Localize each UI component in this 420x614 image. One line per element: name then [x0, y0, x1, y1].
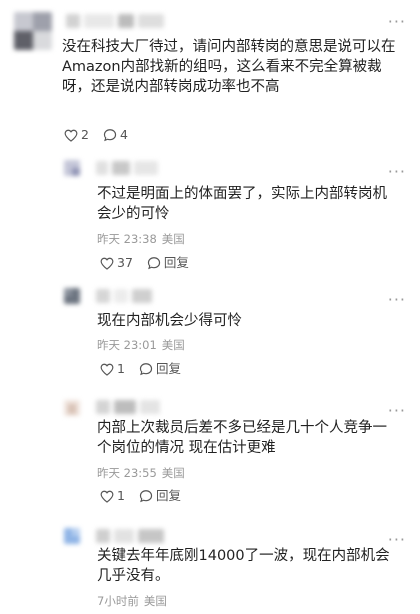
timestamp: 昨天 23:55 — [97, 466, 157, 480]
reply-button[interactable]: 回复 — [147, 256, 189, 270]
timestamp: 昨天 23:01 — [97, 338, 157, 352]
ip-location: 美国 — [161, 232, 185, 246]
reply-label: 回复 — [155, 488, 181, 503]
comment-text: 现在内部机会少得可怜 — [97, 313, 242, 329]
username[interactable] — [96, 161, 158, 175]
reply-label: 回复 — [163, 255, 189, 270]
comment-actions: 2 4 — [64, 128, 142, 142]
more-options-icon[interactable]: ··· — [388, 164, 406, 180]
more-options-icon[interactable]: ··· — [388, 403, 406, 419]
username[interactable] — [96, 400, 160, 414]
heart-icon — [100, 490, 114, 503]
reply-button[interactable]: 回复 — [139, 489, 181, 503]
username[interactable] — [96, 289, 152, 303]
like-count: 1 — [117, 488, 125, 503]
avatar[interactable] — [64, 288, 80, 304]
avatar[interactable] — [64, 528, 80, 544]
comment-meta: 昨天 23:38 美国 — [97, 232, 185, 246]
username[interactable] — [66, 14, 164, 28]
avatar[interactable] — [64, 400, 80, 416]
like-button[interactable]: 1 — [100, 362, 125, 376]
ip-location: 美国 — [161, 338, 185, 352]
reply-label: 回复 — [155, 361, 181, 376]
avatar[interactable] — [14, 12, 52, 50]
username[interactable] — [96, 529, 164, 543]
comment-meta: 昨天 23:01 美国 — [97, 338, 185, 352]
comment-actions: 37 回复 — [100, 256, 203, 270]
reply-count: 4 — [119, 127, 128, 142]
comment-text: 内部上次裁员后差不多已经是几十个人竞争一个岗位的情况 现在估计更难 — [97, 420, 387, 456]
reply-button[interactable]: 回复 — [139, 362, 181, 376]
heart-icon — [100, 363, 114, 376]
comment-actions: 1 回复 — [100, 362, 195, 376]
comment-bubble-icon — [139, 490, 153, 503]
reply-button[interactable]: 4 — [103, 128, 128, 142]
ip-location: 美国 — [161, 466, 185, 480]
like-count: 37 — [117, 255, 133, 270]
like-button[interactable]: 37 — [100, 256, 133, 270]
comment-bubble-icon — [147, 257, 161, 270]
like-button[interactable]: 2 — [64, 128, 89, 142]
comment-text: 没在科技大厂待过，请问内部转岗的意思是说可以在Amazon内部找新的组吗，这么看… — [62, 39, 396, 95]
timestamp: 7小时前 — [97, 594, 139, 608]
heart-icon — [100, 257, 114, 270]
heart-icon — [64, 129, 78, 142]
ip-location: 美国 — [143, 594, 167, 608]
comment-text: 不过是明面上的体面罢了，实际上内部转岗机会少的可怜 — [97, 186, 387, 222]
avatar[interactable] — [64, 160, 80, 176]
like-count: 1 — [117, 361, 125, 376]
like-button[interactable]: 1 — [100, 489, 125, 503]
comment-text: 关键去年年底刚14000了一波，现在内部机会几乎没有。 — [97, 548, 390, 584]
more-options-icon[interactable]: ··· — [388, 14, 406, 30]
comment-meta: 昨天 23:55 美国 — [97, 466, 185, 480]
timestamp: 昨天 23:38 — [97, 232, 157, 246]
comment-bubble-icon — [103, 129, 117, 142]
more-options-icon[interactable]: ··· — [388, 292, 406, 308]
comment-meta: 7小时前 美国 — [97, 594, 167, 608]
comment-actions: 1 回复 — [100, 489, 195, 503]
like-count: 2 — [81, 127, 89, 142]
comment-bubble-icon — [139, 363, 153, 376]
